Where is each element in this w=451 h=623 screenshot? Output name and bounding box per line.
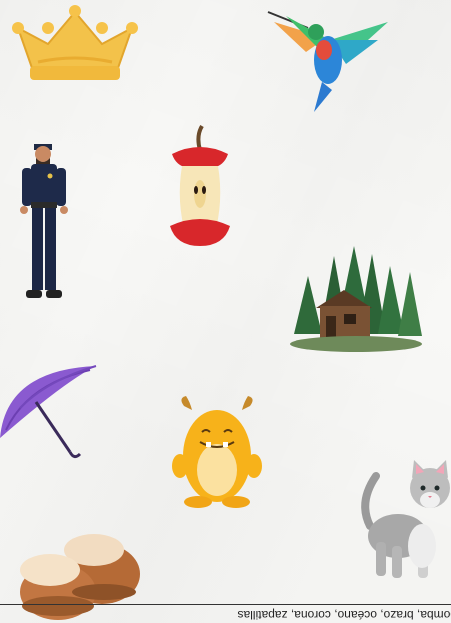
hummingbird-icon [266, 10, 392, 114]
crown-icon [8, 4, 142, 84]
police-officer-icon [14, 136, 74, 304]
cat-icon [358, 460, 451, 582]
apple-core-icon [164, 124, 236, 250]
worksheet-page: bomba, brazo, océano, corona, zapatillas [0, 0, 451, 623]
slippers-icon [14, 522, 146, 620]
footer-divider [0, 604, 451, 605]
forest-cabin-icon [286, 244, 426, 352]
monster-icon [170, 396, 264, 508]
umbrella-icon [0, 356, 100, 460]
word-list-text: bomba, brazo, océano, corona, zapatillas [237, 608, 451, 622]
